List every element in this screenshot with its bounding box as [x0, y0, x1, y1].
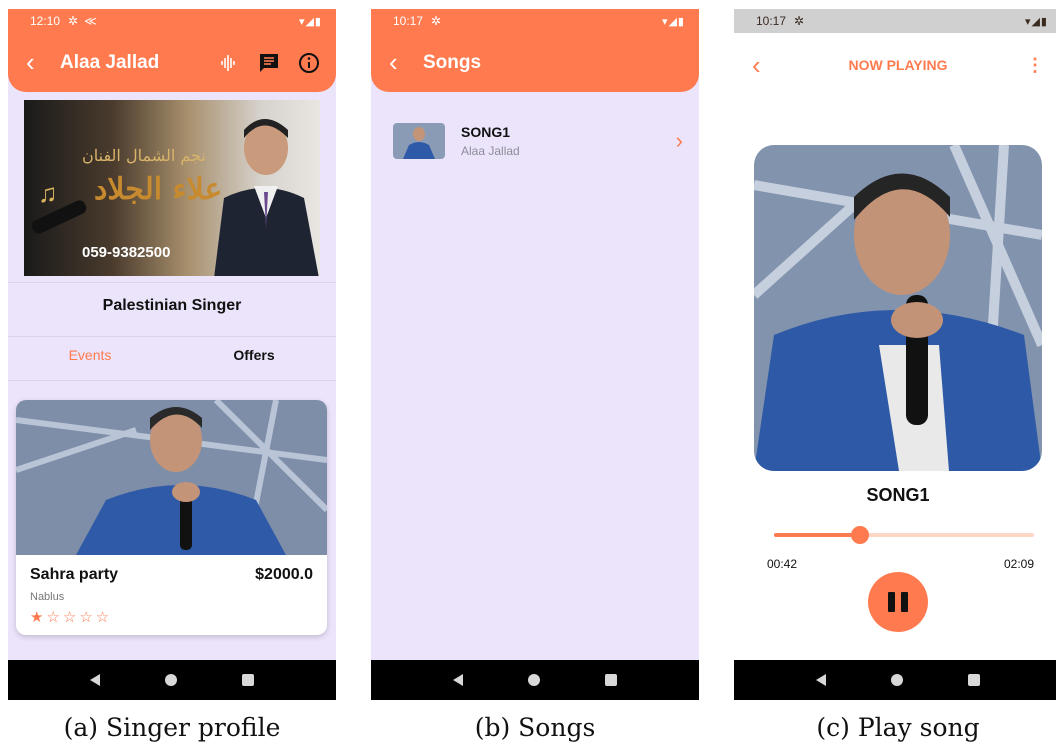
- status-bar: 10:17 ✲ ▾◢▮: [734, 9, 1056, 33]
- now-playing-title: NOW PLAYING: [848, 57, 948, 73]
- progress-fill: [774, 533, 860, 537]
- share-icon: ≪: [84, 14, 97, 28]
- signal-battery-icon: ▾◢▮: [298, 15, 322, 28]
- pause-icon: [888, 592, 895, 612]
- nav-home-icon[interactable]: [890, 674, 903, 686]
- message-icon[interactable]: [256, 50, 282, 76]
- list-item[interactable]: SONG1 Alaa Jallad ›: [393, 119, 683, 163]
- pause-icon: [901, 592, 908, 612]
- event-price: $2000.0: [255, 566, 313, 583]
- album-art: [754, 145, 1042, 471]
- status-time: 10:17: [393, 14, 424, 28]
- settings-icon: ✲: [794, 14, 805, 28]
- caption-singer-profile: (a) Singer profile: [63, 713, 281, 742]
- page-title: Songs: [423, 51, 482, 73]
- nav-back-icon[interactable]: [816, 674, 827, 686]
- system-nav-bar: [8, 660, 336, 700]
- more-vert-icon[interactable]: ⋮: [1004, 55, 1044, 76]
- signal-battery-icon: ▾◢▮: [1024, 15, 1048, 28]
- system-nav-bar: [734, 660, 1056, 700]
- nav-recents-icon[interactable]: [967, 674, 980, 686]
- nav-home-icon[interactable]: [527, 674, 540, 686]
- app-bar: 10:17 ✲ ▾◢▮ ‹ Songs: [371, 9, 699, 92]
- progress-slider[interactable]: [774, 526, 1034, 544]
- page-title: Alaa Jallad: [60, 51, 160, 73]
- divider: [8, 380, 336, 381]
- event-rating-stars[interactable]: ★☆☆☆☆: [30, 608, 112, 626]
- tab-events[interactable]: Events: [8, 347, 172, 363]
- back-icon[interactable]: ‹: [389, 47, 423, 78]
- event-card[interactable]: Sahra party $2000.0 Nablus ★☆☆☆☆: [16, 400, 327, 635]
- status-bar: 12:10 ✲ ≪ ▾◢▮: [8, 9, 336, 33]
- status-time: 10:17: [756, 14, 787, 28]
- artist-subtitle: Palestinian Singer: [102, 297, 242, 314]
- song-name: SONG1: [461, 124, 511, 140]
- nav-recents-icon[interactable]: [604, 674, 617, 686]
- back-icon[interactable]: ‹: [752, 50, 792, 81]
- settings-icon: ✲: [68, 14, 79, 28]
- music-note-icon: ♫: [38, 178, 58, 208]
- pause-button[interactable]: [868, 572, 928, 632]
- status-bar: 10:17 ✲ ▾◢▮: [371, 9, 699, 33]
- current-time: 00:42: [767, 557, 798, 571]
- nav-recents-icon[interactable]: [241, 674, 254, 686]
- divider: [8, 282, 336, 283]
- app-bar: 12:10 ✲ ≪ ▾◢▮ ‹ Alaa Jallad: [8, 9, 336, 92]
- banner-arabic-top: نجم الشمال الفنان: [82, 146, 206, 165]
- nav-home-icon[interactable]: [164, 674, 177, 686]
- artist-portrait: [214, 119, 319, 276]
- signal-battery-icon: ▾◢▮: [661, 15, 685, 28]
- caption-play-song: (c) Play song: [816, 713, 980, 742]
- nav-back-icon[interactable]: [453, 674, 464, 686]
- caption-songs: (b) Songs: [474, 713, 596, 742]
- event-title: Sahra party: [30, 566, 119, 583]
- status-time: 12:10: [30, 14, 61, 28]
- tab-bar: Events Offers: [8, 347, 336, 363]
- banner-phone: 059-9382500: [82, 244, 171, 261]
- song-thumbnail: [393, 123, 445, 159]
- settings-icon: ✲: [431, 14, 442, 28]
- back-icon[interactable]: ‹: [26, 47, 60, 78]
- slider-thumb[interactable]: [850, 526, 869, 544]
- tab-offers[interactable]: Offers: [172, 347, 336, 363]
- phone-songs: 10:17 ✲ ▾◢▮ ‹ Songs SONG1 Alaa Jallad ›: [371, 9, 699, 700]
- total-time: 02:09: [1003, 557, 1034, 571]
- phone-singer-profile: 12:10 ✲ ≪ ▾◢▮ ‹ Alaa Jallad ♫ نجم الشمال…: [8, 9, 336, 700]
- divider: [8, 336, 336, 337]
- event-photo: [16, 400, 327, 555]
- phone-player: 10:17 ✲ ▾◢▮ ‹ NOW PLAYING ⋮ SONG1 00:42 …: [734, 9, 1056, 700]
- nav-back-icon[interactable]: [90, 674, 101, 686]
- song-artist: Alaa Jallad: [461, 144, 520, 158]
- event-location: Nablus: [30, 591, 65, 603]
- system-nav-bar: [371, 660, 699, 700]
- player-header: ‹ NOW PLAYING ⋮: [734, 33, 1056, 97]
- audio-wave-icon[interactable]: [216, 50, 242, 76]
- song-title: SONG1: [866, 485, 930, 505]
- chevron-right-icon[interactable]: ›: [676, 128, 683, 154]
- info-icon[interactable]: [296, 50, 322, 76]
- artist-banner: ♫ نجم الشمال الفنان علاء الجلاد 059-9382…: [24, 100, 320, 276]
